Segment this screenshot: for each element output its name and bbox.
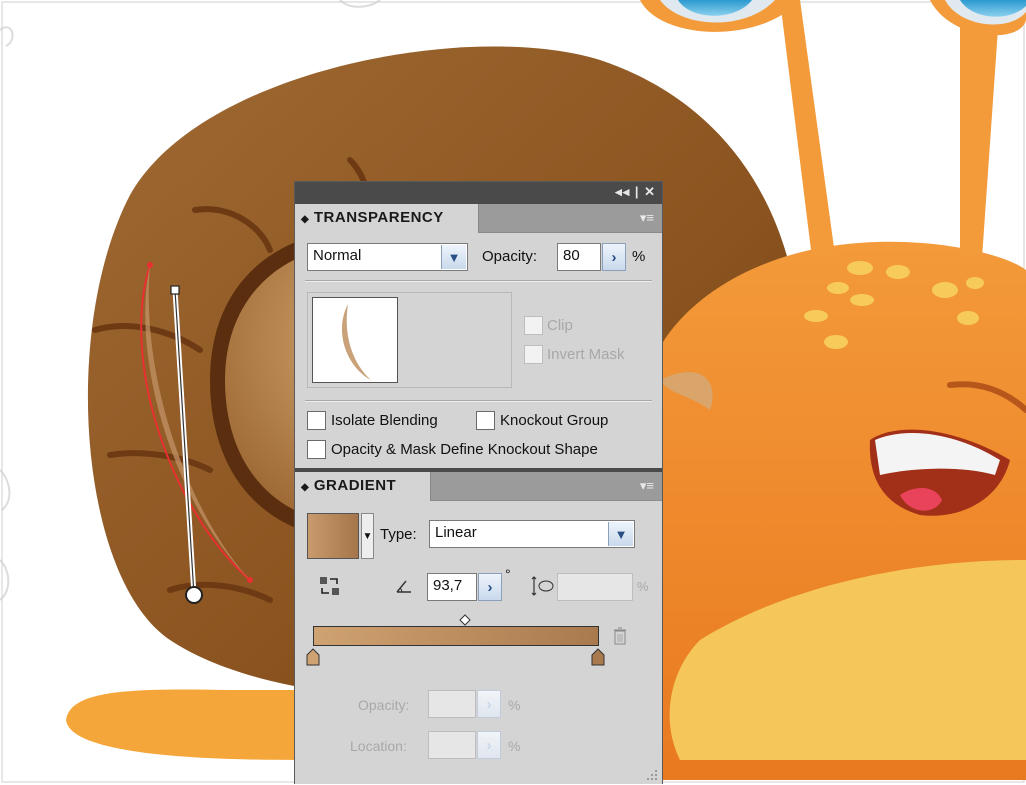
opacity-slider-button[interactable]: › [602,243,626,271]
tab-transparency[interactable]: ◆ TRANSPARENCY [295,204,479,233]
opacity-mask-knockout-label: Opacity & Mask Define Knockout Shape [331,441,598,458]
angle-dropdown-button[interactable]: › [478,573,502,601]
midpoint-diamond-icon[interactable] [459,613,471,626]
isolate-blending-label: Isolate Blending [331,412,438,429]
tab-gradient[interactable]: ◆ GRADIENT [295,472,431,501]
knockout-group-label: Knockout Group [500,412,609,429]
gradient-type-value: Linear [435,524,477,541]
collapse-close-icons[interactable]: ◂◂ | ✕ [615,184,656,200]
chevron-down-icon[interactable]: ▼ [608,522,633,546]
tab-transparency-label: TRANSPARENCY [313,209,444,226]
gradient-slider[interactable] [313,626,599,646]
stop-location-input[interactable] [428,731,476,759]
angle-value: 93,7 [433,577,463,594]
opacity-label: Opacity: [482,248,538,265]
clip-checkbox[interactable] [524,316,543,335]
object-thumbnail[interactable] [312,297,398,383]
gradient-swatch-dropdown-icon[interactable]: ▼ [361,513,374,559]
panel-group: ◂◂ | ✕ ◆ TRANSPARENCY ▾≡ Normal ▼ Opacit… [294,181,663,784]
delete-stop-icon[interactable] [613,626,627,646]
tab-gradient-label: GRADIENT [313,477,397,494]
aspect-percent: % [637,579,649,594]
blend-mode-select[interactable]: Normal ▼ [307,243,468,271]
chevron-down-icon[interactable]: ▼ [441,245,466,269]
stop-opacity-button[interactable]: › [477,690,501,718]
stop-opacity-input[interactable] [428,690,476,718]
opacity-mask-knockout-checkbox[interactable] [307,440,326,459]
type-label: Type: [380,526,417,543]
invert-mask-checkbox[interactable] [524,345,543,364]
opacity-input[interactable]: 80 [557,243,601,271]
tab-toggle-icon: ◆ [301,214,310,225]
tab-toggle-icon: ◆ [301,482,310,493]
isolate-blending-checkbox[interactable] [307,411,326,430]
stop-location-button[interactable]: › [477,731,501,759]
angle-icon [396,579,412,593]
stop-opacity-percent: % [508,697,521,713]
gradient-annotator-end[interactable] [185,586,203,604]
gradient-menu-icon[interactable]: ▾≡ [640,478,654,494]
knockout-group-checkbox[interactable] [476,411,495,430]
gradient-annotator-start[interactable] [170,285,180,295]
gradient-type-select[interactable]: Linear ▼ [429,520,635,548]
gradient-tabrow: ◆ GRADIENT ▾≡ [295,472,662,501]
anchor-point-top[interactable] [147,262,153,268]
thumbnail-shape [341,304,371,380]
invert-mask-label: Invert Mask [547,346,625,363]
stop-opacity-label: Opacity: [358,697,410,713]
opacity-percent: % [632,248,646,265]
degree-symbol: ° [505,566,511,582]
transparency-menu-icon[interactable]: ▾≡ [640,210,654,226]
panel-titlebar[interactable]: ◂◂ | ✕ [295,182,662,204]
clip-label: Clip [547,317,573,334]
eye-stalks [780,0,1000,258]
gradient-stop-left[interactable] [306,648,320,666]
reverse-gradient-icon[interactable] [319,575,341,597]
gradient-stop-right[interactable] [591,648,605,666]
gradient-swatch[interactable] [307,513,359,559]
stop-location-label: Location: [350,738,407,754]
resize-grip-icon[interactable] [646,768,658,780]
anchor-point-bottom[interactable] [247,577,253,583]
aspect-ratio-icon [531,575,555,597]
blend-mode-value: Normal [313,247,362,264]
transparency-tabrow: ◆ TRANSPARENCY ▾≡ [295,204,662,233]
separator [305,400,652,402]
separator [305,280,652,282]
aspect-ratio-input[interactable] [557,573,633,601]
stop-location-percent: % [508,738,521,754]
opacity-value: 80 [563,247,580,264]
angle-input[interactable]: 93,7 [427,573,477,601]
